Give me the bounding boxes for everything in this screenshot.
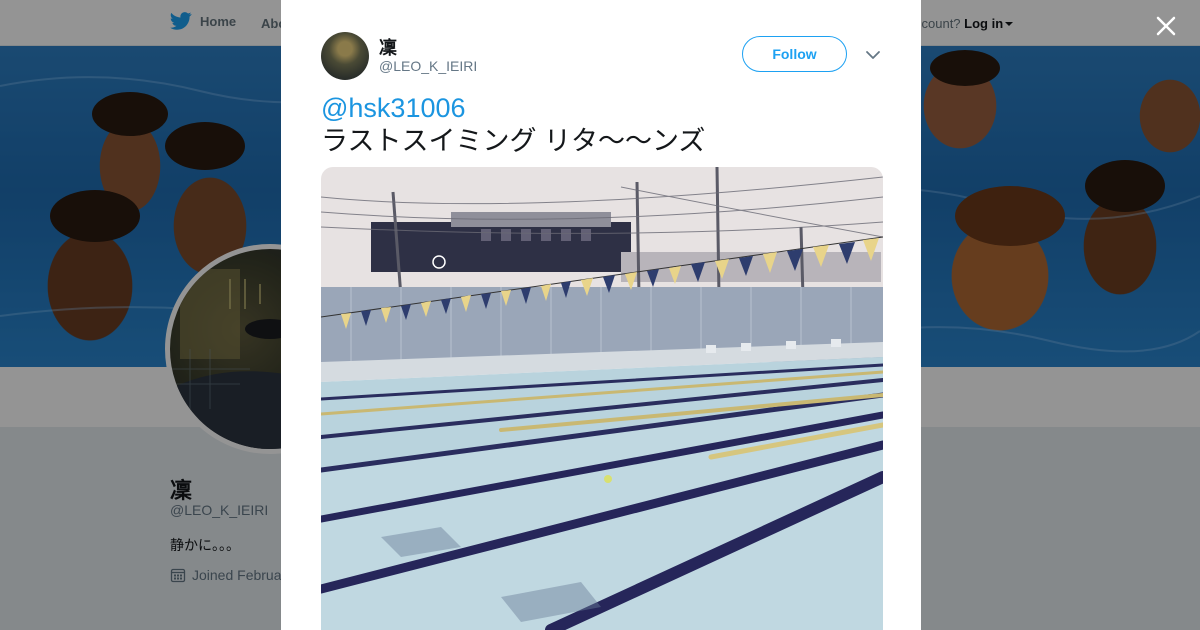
author-name[interactable]: 凜 [379, 34, 397, 60]
author-handle[interactable]: @LEO_K_IEIRI [379, 58, 477, 74]
tweet-photo[interactable] [321, 167, 883, 630]
follow-button[interactable]: Follow [742, 36, 847, 72]
close-button[interactable] [1152, 12, 1180, 40]
tweet-body: ラストスイミング リタ〜〜ンズ [321, 126, 706, 156]
tweet-modal: 凜 @LEO_K_IEIRI Follow @hsk31006 ラストスイミング… [281, 0, 921, 630]
more-options-button[interactable] [865, 48, 881, 60]
chevron-down-icon [866, 51, 880, 59]
pool-photo [321, 167, 883, 630]
mention-link[interactable]: @hsk31006 [321, 92, 705, 125]
close-icon [1156, 16, 1176, 36]
tweet-text: @hsk31006 ラストスイミング リタ〜〜ンズ [321, 92, 705, 158]
author-avatar[interactable] [321, 32, 369, 80]
